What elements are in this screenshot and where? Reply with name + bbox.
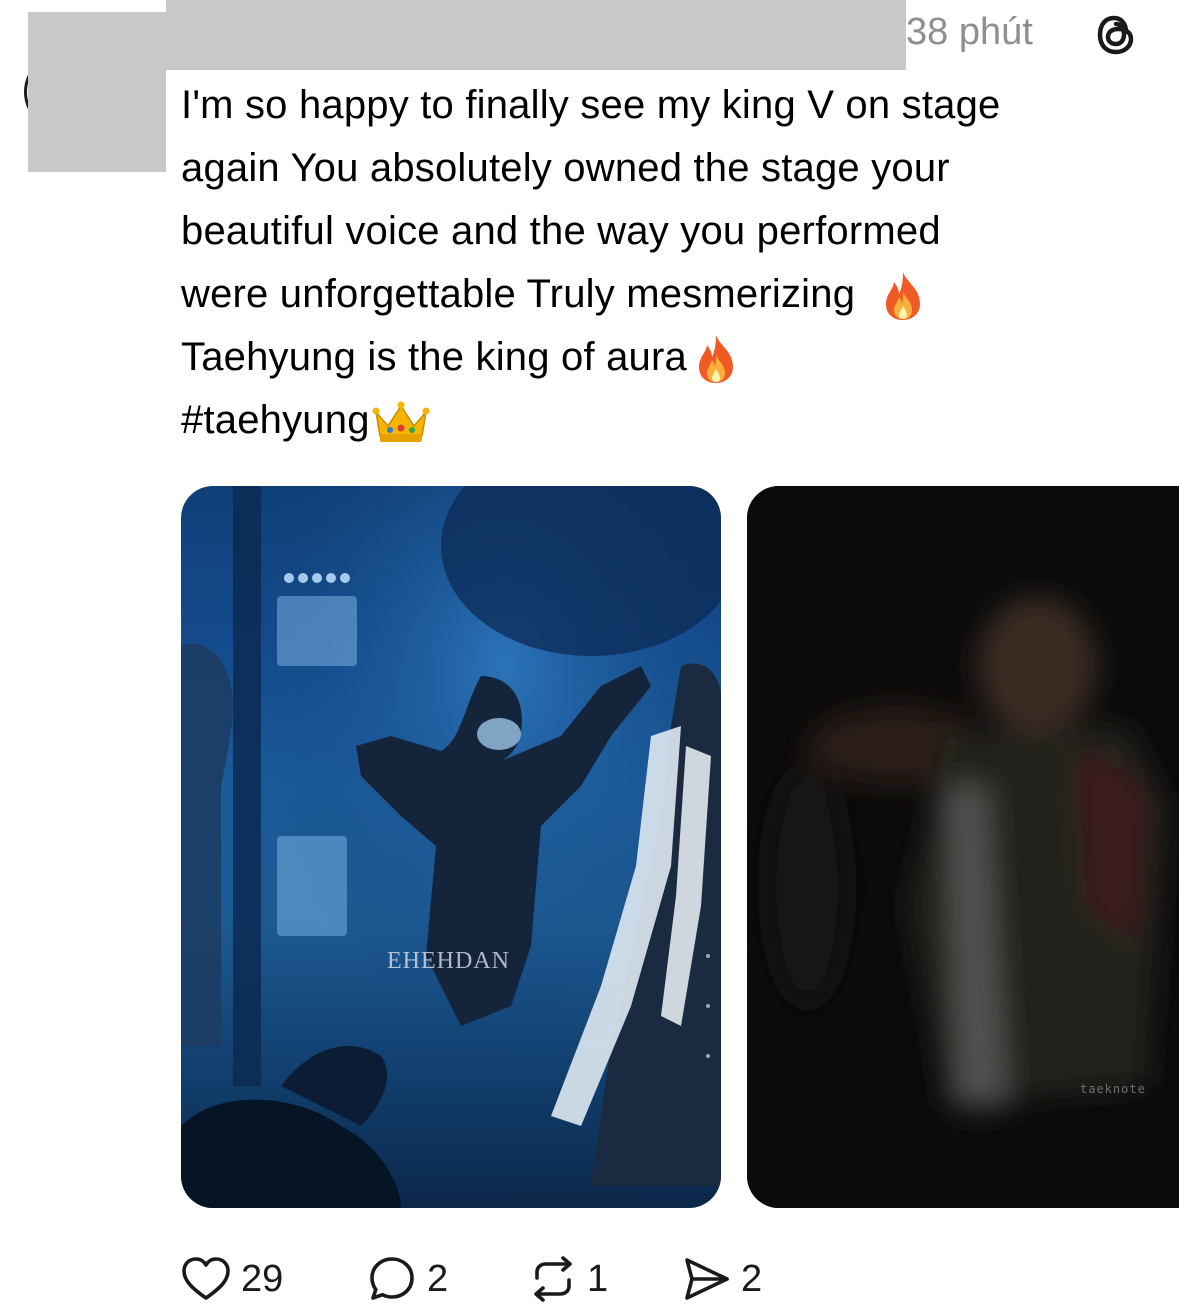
share-button[interactable]: 2 [681, 1252, 762, 1306]
post-text-line: beautiful voice and the way you performe… [181, 209, 941, 253]
repost-button[interactable]: 1 [523, 1252, 608, 1306]
post-text-line-with-emoji: were unforgettable Truly mesmerizing [181, 263, 1171, 326]
repost-icon [534, 1256, 572, 1302]
threads-logo-icon[interactable] [1090, 8, 1142, 60]
concert-photo-illustration [181, 486, 721, 1208]
like-count: 29 [241, 1258, 284, 1300]
share-count: 2 [741, 1258, 763, 1300]
reply-count: 2 [427, 1258, 449, 1300]
send-icon [685, 1258, 729, 1300]
crown-emoji-icon [372, 401, 430, 443]
like-button[interactable]: 29 [181, 1252, 283, 1306]
post-text-line-with-emoji: #taehyung [181, 389, 1171, 452]
post-text-line: I'm so happy to finally see my king V on… [181, 83, 1001, 127]
post-body: I'm so happy to finally see my king V on… [181, 74, 1171, 452]
fire-emoji-icon [886, 272, 921, 321]
post-text-line: were unforgettable Truly mesmerizing [181, 272, 856, 316]
avatar-redaction [28, 12, 166, 172]
blurred-photo-illustration [747, 486, 1179, 1208]
repost-count: 1 [587, 1258, 609, 1300]
media-watermark: EHEHDAN [387, 948, 510, 974]
comment-icon [370, 1257, 414, 1300]
fire-emoji-icon [698, 335, 733, 384]
username-redaction [166, 0, 906, 70]
post-text-line: Taehyung is the king of aura [181, 335, 687, 379]
media-watermark: taeknote [1080, 1082, 1146, 1096]
post-timestamp: 38 phút [906, 11, 1033, 53]
media-image-1[interactable]: EHEHDAN [181, 486, 721, 1208]
heart-icon [182, 1257, 230, 1300]
post-text-line: again You absolutely owned the stage you… [181, 146, 950, 190]
post-text-line-with-emoji: Taehyung is the king of aura [181, 326, 1171, 389]
hashtag-link[interactable]: #taehyung [181, 398, 370, 442]
reply-button[interactable]: 2 [367, 1252, 448, 1306]
media-image-2[interactable]: taeknote [747, 486, 1179, 1208]
